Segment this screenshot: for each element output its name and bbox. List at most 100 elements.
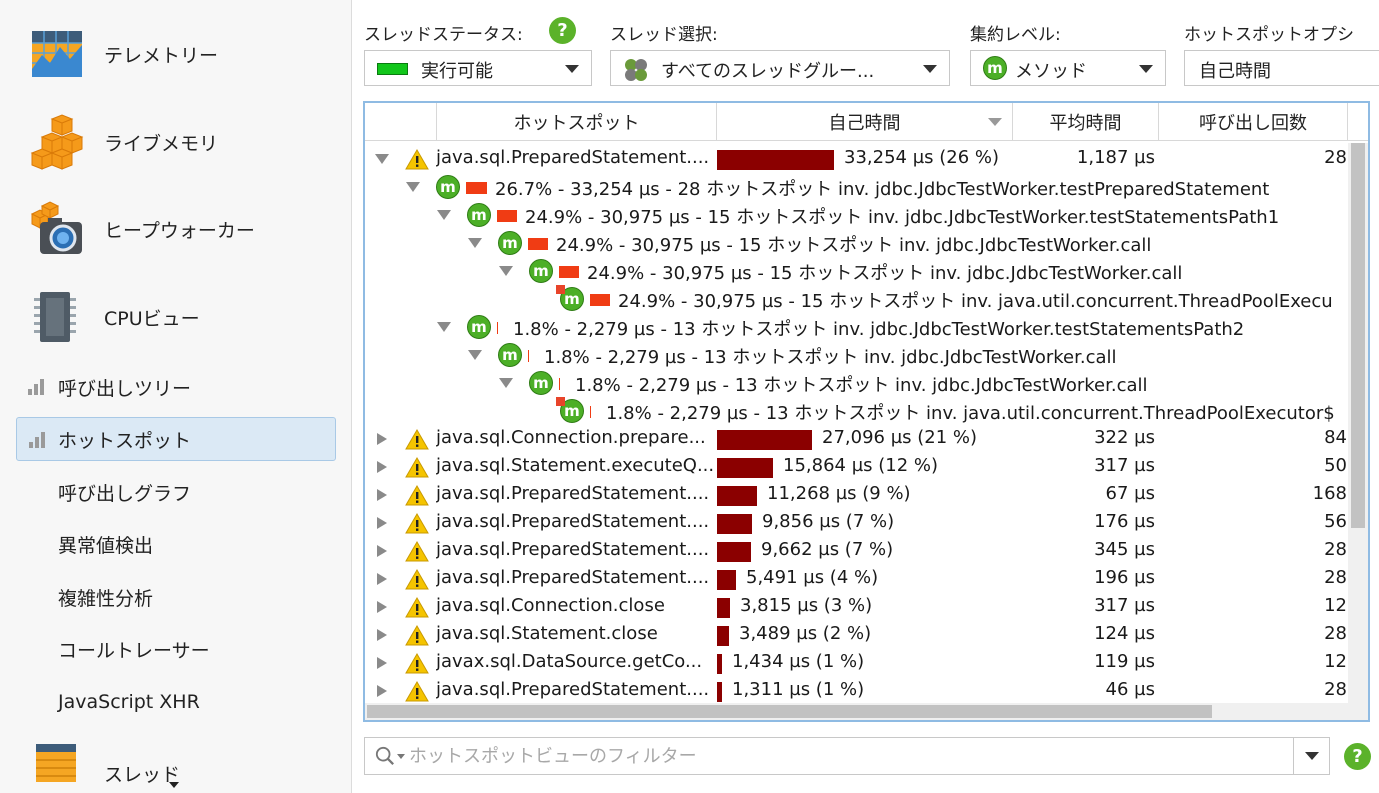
backtrace-row[interactable]: m 1.8% - 2,279 µs - 13 ホットスポット inv. jdbc.… <box>365 341 1348 369</box>
avg-time-value: 67 µs <box>1105 483 1155 504</box>
call-count-value: 56 <box>1324 511 1347 532</box>
expand-arrow-icon[interactable] <box>377 601 387 613</box>
expand-arrow-icon[interactable] <box>377 657 387 669</box>
search-icon[interactable] <box>375 746 395 766</box>
table-row[interactable]: java.sql.PreparedStatement.... 5,491 µs (… <box>365 565 1348 593</box>
table-row[interactable]: java.sql.Connection.close 3,815 µs (3 %) 3… <box>365 593 1348 621</box>
backtrace-row[interactable]: m 1.8% - 2,279 µs - 13 ホットスポット inv. jdbc.… <box>365 369 1348 397</box>
table-row[interactable]: java.sql.PreparedStatement.... 9,856 µs (… <box>365 509 1348 537</box>
warning-icon <box>405 485 429 506</box>
collapse-arrow-icon[interactable] <box>375 154 389 164</box>
sidebar-item-live-memory[interactable]: ライブメモリ <box>0 102 351 182</box>
vertical-scrollbar[interactable] <box>1348 143 1368 703</box>
sidebar-item-heap-walker[interactable]: ヒープウォーカー <box>0 189 351 269</box>
sidebar-item-label: JavaScript XHR <box>58 691 200 713</box>
call-count-value: 12 <box>1324 595 1347 616</box>
scroll-down-arrow-icon[interactable] <box>169 782 179 788</box>
percentage-bar <box>528 350 529 362</box>
backtrace-row[interactable]: m 24.9% - 30,975 µs - 15 ホットスポット inv. jdb… <box>365 201 1348 229</box>
table-row[interactable]: javax.sql.DataSource.getCo... 1,434 µs (1… <box>365 649 1348 677</box>
sidebar-item-label: コールトレーサー <box>58 639 210 662</box>
collapse-arrow-icon[interactable] <box>468 350 482 360</box>
backtrace-text: 24.9% - 30,975 µs - 15 ホットスポット inv. jdbc… <box>587 263 1183 284</box>
aggregation-level-combo[interactable]: m メソッド <box>970 50 1166 86</box>
expand-arrow-icon[interactable] <box>377 685 387 697</box>
horizontal-scrollbar[interactable] <box>365 703 1368 720</box>
table-row[interactable]: java.sql.Statement.executeQ... 15,864 µs … <box>365 453 1348 481</box>
table-row[interactable]: java.sql.Connection.prepare... 27,096 µs … <box>365 425 1348 453</box>
table-row[interactable]: java.sql.PreparedStatement.... 1,311 µs (… <box>365 677 1348 703</box>
column-header-self-time[interactable]: 自己時間 <box>717 103 1013 141</box>
self-time-bar <box>717 626 729 646</box>
collapse-arrow-icon[interactable] <box>499 266 513 276</box>
table-row[interactable]: java.sql.PreparedStatement.... 33,254 µs … <box>365 145 1348 173</box>
sidebar-item-call-tree[interactable]: 呼び出しツリー <box>16 365 336 409</box>
percentage-bar <box>590 294 610 306</box>
hotspot-option-combo[interactable]: 自己時間 <box>1184 50 1379 86</box>
sidebar-item-call-graph[interactable]: 呼び出しグラフ <box>16 470 336 514</box>
method-icon: m <box>467 203 491 227</box>
collapse-arrow-icon[interactable] <box>468 238 482 248</box>
sidebar: テレメトリー ライブメモリ ヒープウォーカー CPUビュー 呼び出しツリー ホッ… <box>0 0 352 793</box>
collapse-arrow-icon[interactable] <box>499 378 513 388</box>
horizontal-scrollbar-thumb[interactable] <box>367 705 1212 718</box>
thread-status-combo[interactable]: 実行可能 <box>364 50 592 86</box>
table-row[interactable]: java.sql.PreparedStatement.... 11,268 µs … <box>365 481 1348 509</box>
expand-arrow-icon[interactable] <box>377 489 387 501</box>
expand-arrow-icon[interactable] <box>377 629 387 641</box>
expand-arrow-icon[interactable] <box>377 517 387 529</box>
column-header-calls[interactable]: 呼び出し回数 <box>1159 103 1348 141</box>
avg-time-value: 317 µs <box>1094 455 1155 476</box>
runnable-state-icon <box>377 63 408 75</box>
help-icon[interactable]: ? <box>549 17 576 44</box>
sidebar-item-telemetry[interactable]: テレメトリー <box>0 14 351 94</box>
filter-help-icon[interactable]: ? <box>1344 743 1371 770</box>
bar-chart-icon <box>28 379 44 395</box>
table-row[interactable]: java.sql.Statement.close 3,489 µs (2 %) 12… <box>365 621 1348 649</box>
backtrace-row[interactable]: m 24.9% - 30,975 µs - 15 ホットスポット inv. jav… <box>365 285 1348 313</box>
table-row[interactable]: java.sql.PreparedStatement.... 9,662 µs (… <box>365 537 1348 565</box>
avg-time-value: 1,187 µs <box>1076 147 1155 168</box>
collapse-arrow-icon[interactable] <box>406 182 420 192</box>
expand-arrow-icon[interactable] <box>377 545 387 557</box>
combo-value: 実行可能 <box>421 61 493 82</box>
sidebar-item-label: 呼び出しツリー <box>58 377 192 400</box>
sidebar-item-outlier-detection[interactable]: 異常値検出 <box>16 522 336 566</box>
method-icon: m <box>556 285 584 311</box>
backtrace-text: 26.7% - 33,254 µs - 28 ホットスポット inv. jdbc… <box>495 179 1270 200</box>
self-time-bar <box>717 654 722 674</box>
search-options-chevron-icon[interactable] <box>397 754 405 759</box>
expand-arrow-icon[interactable] <box>377 573 387 585</box>
warning-icon <box>405 597 429 618</box>
percentage-bar <box>528 238 548 250</box>
sidebar-item-complexity-analysis[interactable]: 複雑性分析 <box>16 575 336 619</box>
backtrace-row[interactable]: m 1.8% - 2,279 µs - 13 ホットスポット inv. java.… <box>365 397 1348 425</box>
method-icon: m <box>436 175 460 199</box>
vertical-scrollbar-thumb[interactable] <box>1351 143 1365 528</box>
avg-time-value: 124 µs <box>1094 623 1155 644</box>
expand-arrow-icon[interactable] <box>377 433 387 445</box>
backtrace-text: 1.8% - 2,279 µs - 13 ホットスポット inv. jdbc.J… <box>544 347 1117 368</box>
sidebar-item-hotspots[interactable]: ホットスポット <box>16 417 336 461</box>
sidebar-item-cpu[interactable]: CPUビュー <box>0 277 351 357</box>
hotspot-filter-input[interactable] <box>409 740 1289 772</box>
backtrace-row[interactable]: m 1.8% - 2,279 µs - 13 ホットスポット inv. jdbc.… <box>365 313 1348 341</box>
hotspot-name: java.sql.Statement.close <box>436 623 658 644</box>
threads-icon <box>36 744 76 782</box>
self-time-value: 1,434 µs (1 %) <box>732 651 865 672</box>
column-header-hotspot[interactable]: ホットスポット <box>437 103 717 141</box>
sidebar-item-call-tracer[interactable]: コールトレーサー <box>16 627 336 671</box>
collapse-arrow-icon[interactable] <box>437 210 451 220</box>
expand-arrow-icon[interactable] <box>377 461 387 473</box>
collapse-arrow-icon[interactable] <box>437 322 451 332</box>
call-count-value: 28 <box>1324 147 1347 168</box>
backtrace-row[interactable]: m 24.9% - 30,975 µs - 15 ホットスポット inv. jdb… <box>365 257 1348 285</box>
backtrace-row[interactable]: m 24.9% - 30,975 µs - 15 ホットスポット inv. jdb… <box>365 229 1348 257</box>
column-header-avg-time[interactable]: 平均時間 <box>1013 103 1159 141</box>
thread-selection-combo[interactable]: すべてのスレッドグルー... <box>610 50 950 86</box>
sidebar-item-javascript-xhr[interactable]: JavaScript XHR <box>16 680 336 724</box>
avg-time-value: 176 µs <box>1094 511 1155 532</box>
avg-time-value: 46 µs <box>1105 679 1155 700</box>
filter-history-dropdown[interactable] <box>1293 738 1329 774</box>
backtrace-row[interactable]: m 26.7% - 33,254 µs - 28 ホットスポット inv. jdb… <box>365 173 1348 201</box>
